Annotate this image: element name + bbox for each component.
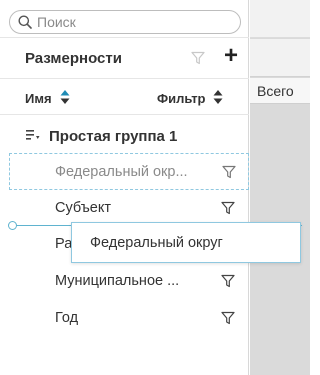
- column-name-header[interactable]: Имя: [25, 91, 52, 106]
- search-input[interactable]: [37, 13, 233, 31]
- dimension-label: Субъект: [55, 200, 111, 216]
- dimensions-title: Размерности: [25, 50, 122, 67]
- total-column-header[interactable]: Всего: [250, 78, 310, 104]
- filter-icon[interactable]: [221, 201, 235, 215]
- add-dimension-button[interactable]: +: [220, 42, 242, 69]
- toolbar-strip: [250, 39, 310, 77]
- dimension-label: Муниципальное ...: [55, 273, 180, 289]
- dimension-label: Год: [55, 310, 79, 326]
- search-bar: [0, 0, 249, 38]
- table-area: Всего: [250, 0, 310, 375]
- dimension-label: Федеральный окр...: [55, 164, 188, 180]
- group-row[interactable]: Простая группа 1: [0, 124, 249, 150]
- toolbar-strip: [250, 0, 310, 38]
- plus-icon: +: [223, 42, 238, 69]
- list-item[interactable]: Субъект: [55, 199, 245, 219]
- filter-icon[interactable]: [191, 51, 205, 65]
- drag-tooltip-label: Федеральный округ: [90, 235, 223, 251]
- dimensions-panel: Размерности + Имя Фильтр Простая группа …: [0, 0, 249, 375]
- search-box[interactable]: [9, 10, 241, 34]
- filter-icon[interactable]: [222, 165, 236, 179]
- column-header: Имя Фильтр: [0, 78, 249, 115]
- group-icon: [26, 130, 40, 140]
- sort-icon[interactable]: [213, 89, 223, 105]
- dragged-item-placeholder[interactable]: Федеральный окр...: [9, 153, 249, 190]
- filter-icon[interactable]: [221, 274, 235, 288]
- drag-tooltip: Федеральный округ: [71, 222, 301, 263]
- group-label: Простая группа 1: [49, 128, 178, 145]
- dimension-label: Ра: [55, 236, 73, 252]
- drop-indicator-dot: [8, 221, 17, 230]
- search-icon: [18, 15, 32, 29]
- total-header-label: Всего: [257, 83, 294, 99]
- filter-icon[interactable]: [221, 311, 235, 325]
- dimensions-header: Размерности +: [0, 39, 249, 77]
- list-item[interactable]: Муниципальное ...: [55, 272, 245, 292]
- list-item[interactable]: Год: [55, 309, 245, 329]
- sort-icon[interactable]: [60, 89, 70, 105]
- column-filter-header[interactable]: Фильтр: [157, 91, 206, 106]
